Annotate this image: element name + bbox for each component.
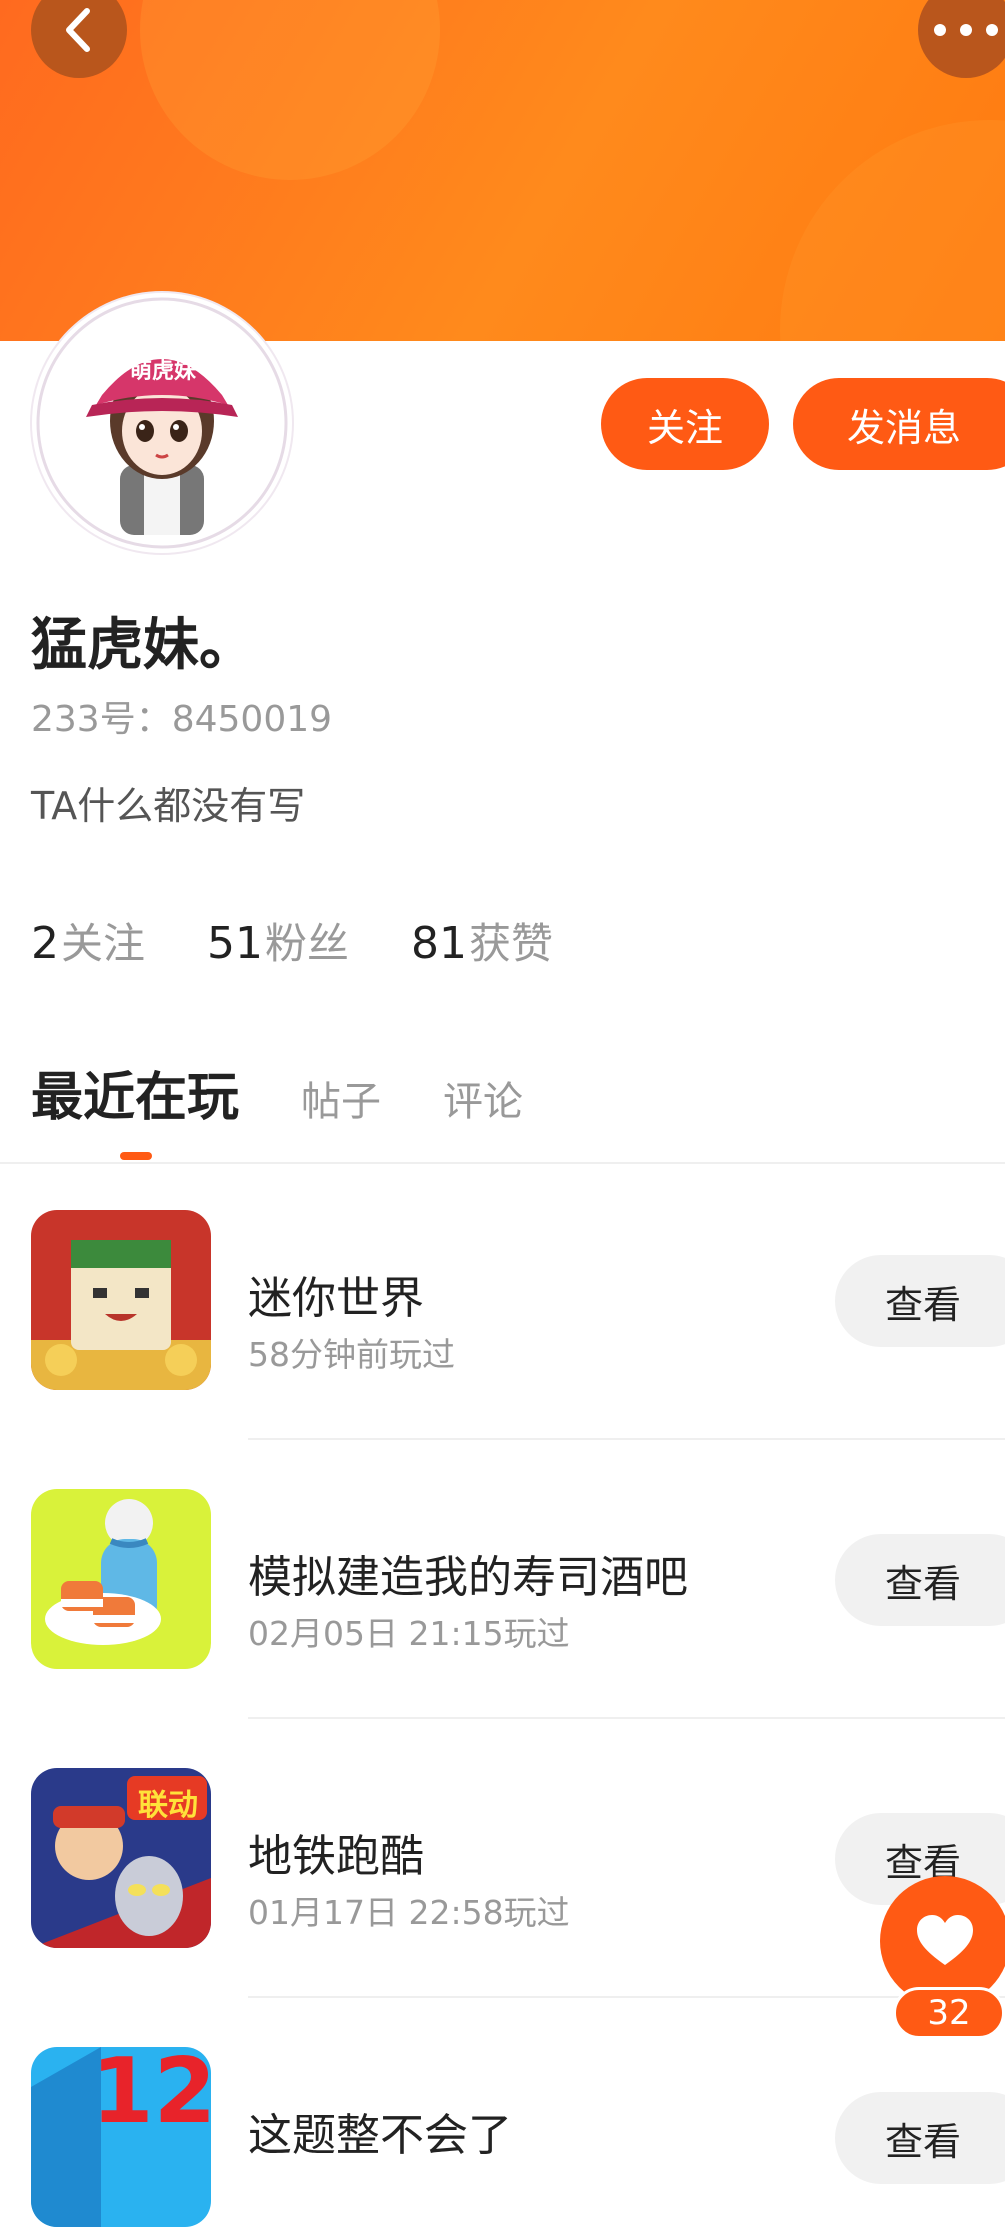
profile-uid: 233号：8450019 — [31, 699, 333, 740]
profile-name: 猛虎妹。 — [31, 613, 255, 678]
game-icon: 联动 — [31, 1768, 211, 1948]
stat-likes[interactable]: 81 获赞 — [411, 910, 553, 971]
game-icon — [31, 1210, 211, 1390]
list-item[interactable]: 迷你世界 58分钟前玩过 查看 — [0, 1210, 1005, 1390]
tab-posts[interactable]: 帖子 — [301, 1069, 381, 1127]
heart-icon — [917, 1915, 973, 1965]
banner-decoration — [780, 120, 1005, 341]
stat-followers-count: 51 — [207, 918, 264, 969]
stat-followers-label: 粉丝 — [265, 919, 350, 968]
like-count: 32 — [893, 1987, 1005, 2039]
stat-following[interactable]: 2 关注 — [31, 910, 145, 971]
tab-comments[interactable]: 评论 — [443, 1069, 523, 1127]
game-icon-text: 123 — [91, 2047, 211, 2144]
game-played-time: 58分钟前玩过 — [248, 1335, 455, 1374]
banner-decoration — [140, 0, 440, 180]
profile-bio: TA什么都没有写 — [31, 784, 306, 828]
stat-following-label: 关注 — [61, 919, 146, 968]
stat-likes-label: 获赞 — [469, 919, 554, 968]
more-dots-icon — [934, 24, 998, 36]
avatar-cap-text: 萌虎妹 — [129, 359, 196, 384]
list-item[interactable]: 模拟建造我的寿司酒吧 02月05日 21:15玩过 查看 — [0, 1489, 1005, 1669]
game-icon — [31, 1489, 211, 1669]
list-item[interactable]: 123 这题整不会了 查看 — [0, 2047, 1005, 2227]
profile-stats: 2 关注 51 粉丝 81 获赞 — [31, 910, 615, 971]
stat-likes-count: 81 — [411, 918, 468, 969]
avatar-image — [36, 297, 288, 549]
message-button[interactable]: 发消息 — [793, 378, 1005, 470]
tab-recently-played[interactable]: 最近在玩 — [31, 1055, 239, 1130]
game-played-time: 02月05日 21:15玩过 — [248, 1614, 570, 1653]
list-divider — [248, 1438, 1005, 1440]
game-title: 模拟建造我的寿司酒吧 — [248, 1552, 688, 1603]
stat-following-count: 2 — [31, 918, 59, 969]
game-title: 迷你世界 — [248, 1273, 424, 1324]
collab-badge: 联动 — [138, 1788, 198, 1823]
list-divider — [248, 1996, 1005, 1998]
game-icon: 123 — [31, 2047, 211, 2227]
view-button[interactable]: 查看 — [835, 1255, 1005, 1347]
list-item[interactable]: 联动 地铁跑酷 01月17日 22:58玩过 查看 — [0, 1768, 1005, 1948]
follow-button[interactable]: 关注 — [601, 378, 769, 470]
tabs-divider — [0, 1162, 1005, 1164]
game-played-time: 01月17日 22:58玩过 — [248, 1893, 570, 1932]
avatar[interactable] — [32, 293, 292, 553]
view-button[interactable]: 查看 — [835, 1534, 1005, 1626]
game-title: 这题整不会了 — [248, 2110, 512, 2161]
active-tab-indicator — [120, 1152, 152, 1160]
profile-banner — [0, 0, 1005, 341]
stat-followers[interactable]: 51 粉丝 — [207, 910, 349, 971]
list-divider — [248, 1717, 1005, 1719]
chevron-left-icon — [66, 8, 90, 52]
profile-tabs: 最近在玩 帖子 评论 — [31, 1055, 585, 1130]
game-title: 地铁跑酷 — [248, 1831, 424, 1882]
view-button[interactable]: 查看 — [835, 2092, 1005, 2184]
